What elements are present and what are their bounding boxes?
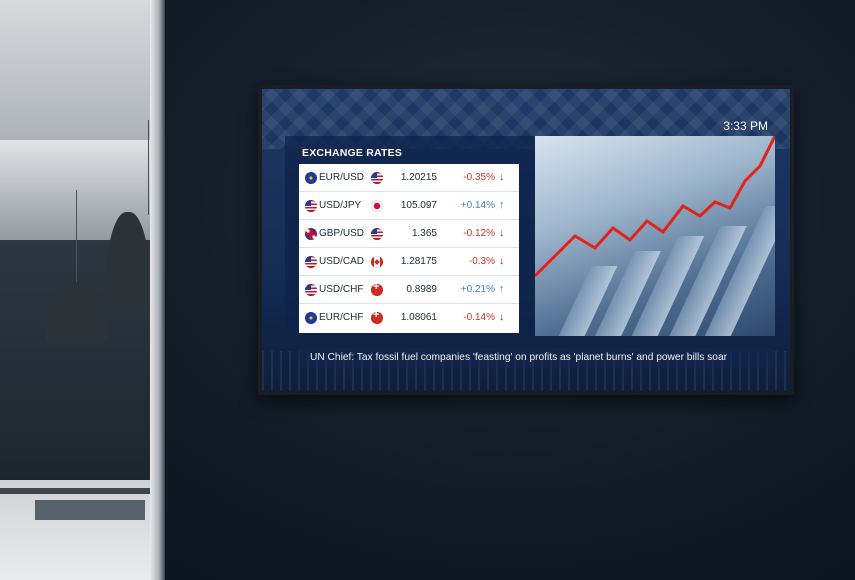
arrow-up-icon: ↑ [499,199,505,211]
stock-chart-image [535,136,775,336]
lamp-cord [148,120,149,215]
rate-change: +0.21% [460,284,495,295]
door-frame [150,0,165,580]
rate-price: 1.365 [411,228,437,239]
rate-price: 0.8989 [406,284,437,295]
rate-change: -0.12% [463,228,495,239]
arrow-down-icon: ↓ [499,171,505,183]
currency-pair: USD/CHF [319,284,364,295]
news-ticker-text: UN Chief: Tax fossil fuel companies 'fea… [310,352,727,363]
ca-flag-icon [371,256,383,268]
office-floor [0,480,150,580]
currency-pair: EUR/USD [319,172,365,183]
ch-flag-icon [371,281,383,296]
rate-change: -0.3% [468,256,495,267]
trend-line-graphic [535,136,775,278]
ch-flag-icon [371,309,383,324]
rate-row: USD/CHF 0.8989 +0.21% ↑ [299,276,519,304]
pendant-lamp [104,212,152,310]
rate-price: 1.28175 [400,256,437,267]
rate-change: -0.35% [463,172,495,183]
clock-time: 3:33 PM [723,119,768,133]
rate-change: +0.14% [460,200,495,211]
currency-pair: USD/CAD [319,256,365,267]
exchange-rates-table: EUR/USD 1.20215 -0.35% ↓ USD/JPY 105.097 +0.14… [299,164,519,333]
currency-pair: GBP/USD [319,228,365,239]
rate-row: EUR/CHF 1.08061 -0.14% ↓ [299,304,519,332]
rate-row: EUR/USD 1.20215 -0.35% ↓ [299,164,519,192]
arrow-down-icon: ↓ [499,227,505,239]
rate-row: USD/JPY 105.097 +0.14% ↑ [299,192,519,220]
currency-pair: USD/JPY [319,200,362,211]
rate-price: 105.097 [400,200,437,211]
rate-row: GBP/USD 1.365 -0.12% ↓ [299,220,519,248]
us-flag-icon [305,256,317,268]
office-background [0,0,165,580]
jp-flag-icon [371,200,383,212]
office-ceiling [0,0,155,140]
trend-line [535,136,775,278]
tv-screen: 3:33 PM EXCHANGE RATES EUR/USD 1.20215 -0.… [262,89,790,391]
currency-pair: EUR/CHF [319,312,364,323]
arrow-up-icon: ↑ [499,283,505,295]
arrow-down-icon: ↓ [499,311,505,323]
wall-tv: 3:33 PM EXCHANGE RATES EUR/USD 1.20215 -0.… [258,85,794,395]
desk [0,488,150,494]
gb-flag-icon [305,228,317,240]
rate-change: -0.14% [463,312,495,323]
rate-price: 1.20215 [400,172,437,183]
chairs [35,500,145,520]
us-flag-icon [305,284,317,296]
us-flag-icon [371,228,383,240]
us-flag-icon [305,200,317,212]
rate-row: USD/CAD 1.28175 -0.3% ↓ [299,248,519,276]
panel-title: EXCHANGE RATES [302,147,403,159]
eu-flag-icon [305,172,317,184]
arrow-down-icon: ↓ [499,255,505,267]
eu-flag-icon [305,312,317,324]
rate-price: 1.08061 [400,312,437,323]
lamp-cord [76,190,77,285]
us-flag-icon [371,172,383,184]
